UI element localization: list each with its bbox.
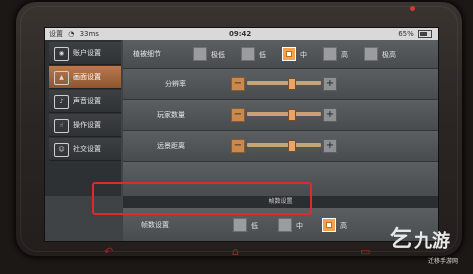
picture-icon: ▲ bbox=[54, 71, 69, 85]
back-icon[interactable]: ↶ bbox=[104, 246, 113, 258]
player-count-row: 玩家数量 − + bbox=[123, 100, 438, 131]
checkbox-selected[interactable] bbox=[282, 47, 296, 61]
sound-icon: ♪ bbox=[54, 95, 69, 109]
setting-label: 玩家数量 bbox=[157, 111, 185, 119]
setting-label: 植被细节 bbox=[133, 50, 161, 58]
setting-label: 分辨率 bbox=[165, 80, 186, 88]
distance-plus-button[interactable]: + bbox=[323, 139, 337, 153]
checkbox[interactable] bbox=[233, 218, 247, 232]
sidebar-item-label: 社交设置 bbox=[73, 145, 101, 153]
battery-label: 65% bbox=[398, 30, 414, 38]
sidebar-item-account[interactable]: ◉ 账户设置 bbox=[49, 42, 121, 65]
sidebar-item-social[interactable]: ☺ 社交设置 bbox=[49, 138, 121, 161]
checkbox[interactable] bbox=[193, 47, 207, 61]
distance-slider-handle[interactable] bbox=[288, 140, 297, 152]
social-icon: ☺ bbox=[54, 143, 69, 157]
device-nav-bar: ↶ ⌂ ▭ bbox=[100, 246, 380, 258]
checkbox-selected[interactable] bbox=[322, 218, 336, 232]
checkbox[interactable] bbox=[241, 47, 255, 61]
vegetation-detail-row: 植被细节 极低 低 中 高 极高 bbox=[123, 40, 438, 69]
checkbox[interactable] bbox=[364, 47, 378, 61]
sidebar-item-label: 声音设置 bbox=[73, 97, 101, 105]
user-icon: ◉ bbox=[54, 47, 69, 61]
setting-label: 帧数设置 bbox=[141, 221, 169, 229]
resolution-row: 分辨率 − + bbox=[123, 69, 438, 100]
players-minus-button[interactable]: − bbox=[231, 108, 245, 122]
watermark: 乞 九游 迁移手游网 bbox=[390, 226, 470, 266]
players-plus-button[interactable]: + bbox=[323, 108, 337, 122]
view-distance-row: 远景距离 − + bbox=[123, 131, 438, 162]
watermark-subtext: 迁移手游网 bbox=[428, 258, 459, 265]
home-icon[interactable]: ⌂ bbox=[232, 246, 239, 258]
sidebar-item-controls[interactable]: ☝ 操作设置 bbox=[49, 114, 121, 137]
carrier-label: 设置 bbox=[49, 30, 63, 38]
setting-label: 远景距离 bbox=[157, 142, 185, 150]
resolution-slider[interactable] bbox=[247, 81, 321, 85]
sidebar-item-label: 画面设置 bbox=[73, 73, 101, 81]
battery-icon bbox=[418, 30, 432, 38]
camera-icon bbox=[410, 6, 415, 11]
recent-apps-icon[interactable]: ▭ bbox=[360, 246, 370, 258]
wifi-icon: ◔ bbox=[68, 30, 75, 38]
hand-icon: ☝ bbox=[54, 119, 69, 133]
resolution-minus-button[interactable]: − bbox=[231, 77, 245, 91]
framerate-highlight-box bbox=[92, 182, 312, 215]
checkbox[interactable] bbox=[323, 47, 337, 61]
sidebar-item-label: 操作设置 bbox=[73, 121, 101, 129]
sidebar-item-sound[interactable]: ♪ 声音设置 bbox=[49, 90, 121, 113]
sidebar-item-graphics[interactable]: ▲ 画面设置 bbox=[49, 66, 121, 89]
resolution-plus-button[interactable]: + bbox=[323, 77, 337, 91]
resolution-slider-handle[interactable] bbox=[288, 78, 297, 90]
watermark-logo: 乞 bbox=[390, 227, 413, 252]
distance-slider[interactable] bbox=[247, 143, 321, 147]
sidebar-item-label: 账户设置 bbox=[73, 49, 101, 57]
settings-sidebar: ◉ 账户设置 ▲ 画面设置 ♪ 声音设置 ☝ 操作设置 ☺ 社交设置 bbox=[45, 40, 121, 196]
clock: 09:42 bbox=[229, 30, 252, 38]
ping-label: 33ms bbox=[79, 30, 99, 38]
status-bar: 设置 ◔ 33ms 09:42 65% bbox=[45, 28, 438, 40]
players-slider[interactable] bbox=[247, 112, 321, 116]
players-slider-handle[interactable] bbox=[288, 109, 297, 121]
distance-minus-button[interactable]: − bbox=[231, 139, 245, 153]
checkbox[interactable] bbox=[278, 218, 292, 232]
